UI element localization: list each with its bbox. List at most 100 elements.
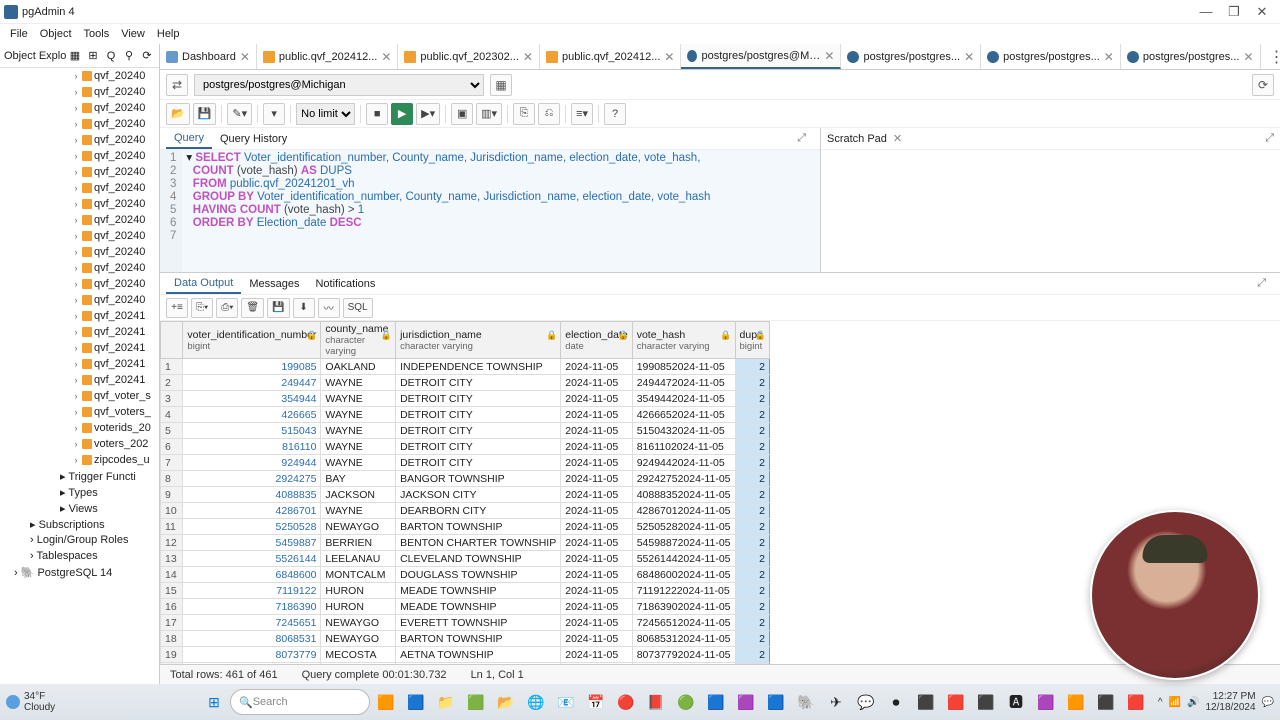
- tab-close-icon[interactable]: ✕: [1243, 50, 1253, 64]
- tab-data-output[interactable]: Data Output: [166, 274, 241, 294]
- execute-button[interactable]: ▶: [391, 103, 413, 125]
- tree-table-item[interactable]: ›qvf_20240: [0, 100, 159, 116]
- editor-tab[interactable]: postgres/postgres...✕: [841, 44, 981, 69]
- tree-table-item[interactable]: ›qvf_20241: [0, 324, 159, 340]
- editor-tab[interactable]: public.qvf_202412...✕: [540, 44, 682, 69]
- task-icon[interactable]: 📂: [492, 688, 520, 716]
- task-icon[interactable]: 🔴: [612, 688, 640, 716]
- task-icon[interactable]: 💬: [852, 688, 880, 716]
- new-connection-button[interactable]: ▦: [490, 74, 512, 96]
- table-row[interactable]: 157119122HURONMEADE TOWNSHIP2024-11-0571…: [161, 583, 770, 599]
- tab-close-icon[interactable]: ✕: [1104, 50, 1114, 64]
- tree-table-item[interactable]: ›qvf_20240: [0, 292, 159, 308]
- tree-node[interactable]: ▸ Trigger Functi: [0, 468, 159, 484]
- editor-tab[interactable]: public.qvf_202412...✕: [257, 44, 399, 69]
- tray-wifi-icon[interactable]: 📶: [1169, 697, 1181, 708]
- task-icon[interactable]: 🟥: [942, 688, 970, 716]
- open-file-button[interactable]: 📂: [166, 103, 190, 125]
- table-row[interactable]: 125459887BERRIENBENTON CHARTER TOWNSHIP2…: [161, 535, 770, 551]
- tree-node[interactable]: › Tablespaces: [0, 548, 159, 564]
- macros-button[interactable]: ≡▾: [571, 103, 593, 125]
- table-row[interactable]: 104286701WAYNEDEARBORN CITY2024-11-05428…: [161, 503, 770, 519]
- task-icon[interactable]: 🟦: [762, 688, 790, 716]
- tree-node[interactable]: ▸ Subscriptions: [0, 516, 159, 532]
- tree-table-item[interactable]: ›qvf_20241: [0, 308, 159, 324]
- stop-button[interactable]: ■: [366, 103, 388, 125]
- task-icon[interactable]: 🟥: [1122, 688, 1150, 716]
- tab-query[interactable]: Query: [166, 129, 212, 149]
- props-icon[interactable]: ⊞: [85, 48, 101, 64]
- task-icon[interactable]: 🟦: [402, 688, 430, 716]
- table-row[interactable]: 2249447WAYNEDETROIT CITY2024-11-05249447…: [161, 375, 770, 391]
- column-header[interactable]: dupsbigint🔒: [735, 322, 769, 359]
- task-icon[interactable]: 📅: [582, 688, 610, 716]
- edit-button[interactable]: ✎▾: [227, 103, 252, 125]
- tree-table-item[interactable]: ›qvf_20240: [0, 228, 159, 244]
- table-row[interactable]: 7924944WAYNEDETROIT CITY2024-11-05924944…: [161, 455, 770, 471]
- close-button[interactable]: ✕: [1248, 4, 1276, 20]
- editor-tab[interactable]: public.qvf_202302...✕: [398, 44, 540, 69]
- task-icon[interactable]: 🟢: [672, 688, 700, 716]
- tree-node[interactable]: › 🐘 PostgreSQL 14: [0, 564, 159, 580]
- save-button[interactable]: 💾: [193, 103, 217, 125]
- task-icon[interactable]: 🟪: [732, 688, 760, 716]
- notifications-icon[interactable]: 💬: [1262, 697, 1274, 708]
- weather-icon[interactable]: [6, 695, 20, 709]
- tree-table-item[interactable]: ›qvf_20240: [0, 68, 159, 84]
- limit-select[interactable]: No limit: [296, 103, 355, 125]
- table-row[interactable]: 5515043WAYNEDETROIT CITY2024-11-05515043…: [161, 423, 770, 439]
- table-row[interactable]: 208082185NEWAYGOBARTON TOWNSHIP2024-11-0…: [161, 663, 770, 665]
- task-icon[interactable]: 🟧: [1062, 688, 1090, 716]
- tray-volume-icon[interactable]: 🔊: [1187, 697, 1199, 708]
- column-header[interactable]: election_datedate🔒: [561, 322, 632, 359]
- tab-close-icon[interactable]: ✕: [964, 50, 974, 64]
- grid-icon[interactable]: ▦: [67, 48, 83, 64]
- menu-object[interactable]: Object: [34, 26, 78, 42]
- reload-icon[interactable]: ⟳: [1252, 74, 1274, 96]
- tree-table-item[interactable]: ›qvf_20240: [0, 244, 159, 260]
- task-icon[interactable]: ⬛: [912, 688, 940, 716]
- table-row[interactable]: 3354944WAYNEDETROIT CITY2024-11-05354944…: [161, 391, 770, 407]
- scratch-expand-icon[interactable]: ⤢: [1265, 132, 1274, 145]
- tree-table-item[interactable]: ›qvf_20241: [0, 372, 159, 388]
- menu-file[interactable]: File: [4, 26, 34, 42]
- task-icon[interactable]: 🟪: [1032, 688, 1060, 716]
- tab-close-icon[interactable]: ✕: [523, 50, 533, 64]
- start-button[interactable]: ⊞: [200, 688, 228, 716]
- table-row[interactable]: 167186390HURONMEADE TOWNSHIP2024-11-0571…: [161, 599, 770, 615]
- sql-view-button[interactable]: SQL: [343, 298, 373, 318]
- tree-table-item[interactable]: ›zipcodes_u: [0, 452, 159, 468]
- paste-button[interactable]: ⎙▾: [216, 298, 238, 318]
- task-icon[interactable]: ⬛: [1092, 688, 1120, 716]
- table-row[interactable]: 146848600MONTCALMDOUGLASS TOWNSHIP2024-1…: [161, 567, 770, 583]
- editor-tab[interactable]: Dashboard✕: [160, 44, 257, 69]
- results-expand-icon[interactable]: ⤢: [1249, 274, 1274, 293]
- tree-table-item[interactable]: ›qvf_20240: [0, 212, 159, 228]
- tree-table-item[interactable]: ›qvf_20240: [0, 148, 159, 164]
- table-row[interactable]: 188068531NEWAYGOBARTON TOWNSHIP2024-11-0…: [161, 631, 770, 647]
- menu-tools[interactable]: Tools: [78, 26, 116, 42]
- clock-date[interactable]: 12/18/2024: [1205, 702, 1255, 713]
- task-icon[interactable]: 📧: [552, 688, 580, 716]
- download-button[interactable]: ⬇: [293, 298, 315, 318]
- tab-query-history[interactable]: Query History: [212, 130, 295, 148]
- tree-table-item[interactable]: ›qvf_20241: [0, 356, 159, 372]
- refresh-icon[interactable]: ⟳: [139, 48, 155, 64]
- task-icon[interactable]: 🟦: [702, 688, 730, 716]
- tree-table-item[interactable]: ›qvf_20240: [0, 84, 159, 100]
- tab-close-icon[interactable]: ✕: [664, 50, 674, 64]
- save-data-button[interactable]: 💾: [267, 298, 289, 318]
- table-row[interactable]: 177245651NEWAYGOEVERETT TOWNSHIP2024-11-…: [161, 615, 770, 631]
- tree-table-item[interactable]: ›qvf_20240: [0, 196, 159, 212]
- menu-help[interactable]: Help: [151, 26, 186, 42]
- task-icon[interactable]: 🐘: [792, 688, 820, 716]
- tray-chevron-icon[interactable]: ^: [1158, 697, 1163, 708]
- task-icon[interactable]: 📁: [432, 688, 460, 716]
- help-button[interactable]: ?: [604, 103, 626, 125]
- table-row[interactable]: 1199085OAKLANDINDEPENDENCE TOWNSHIP2024-…: [161, 359, 770, 375]
- minimize-button[interactable]: —: [1192, 4, 1220, 19]
- connection-icon[interactable]: ⇄: [166, 74, 188, 96]
- tree-table-item[interactable]: ›qvf_20240: [0, 260, 159, 276]
- table-row[interactable]: 4426665WAYNEDETROIT CITY2024-11-05426665…: [161, 407, 770, 423]
- table-row[interactable]: 135526144LEELANAUCLEVELAND TOWNSHIP2024-…: [161, 551, 770, 567]
